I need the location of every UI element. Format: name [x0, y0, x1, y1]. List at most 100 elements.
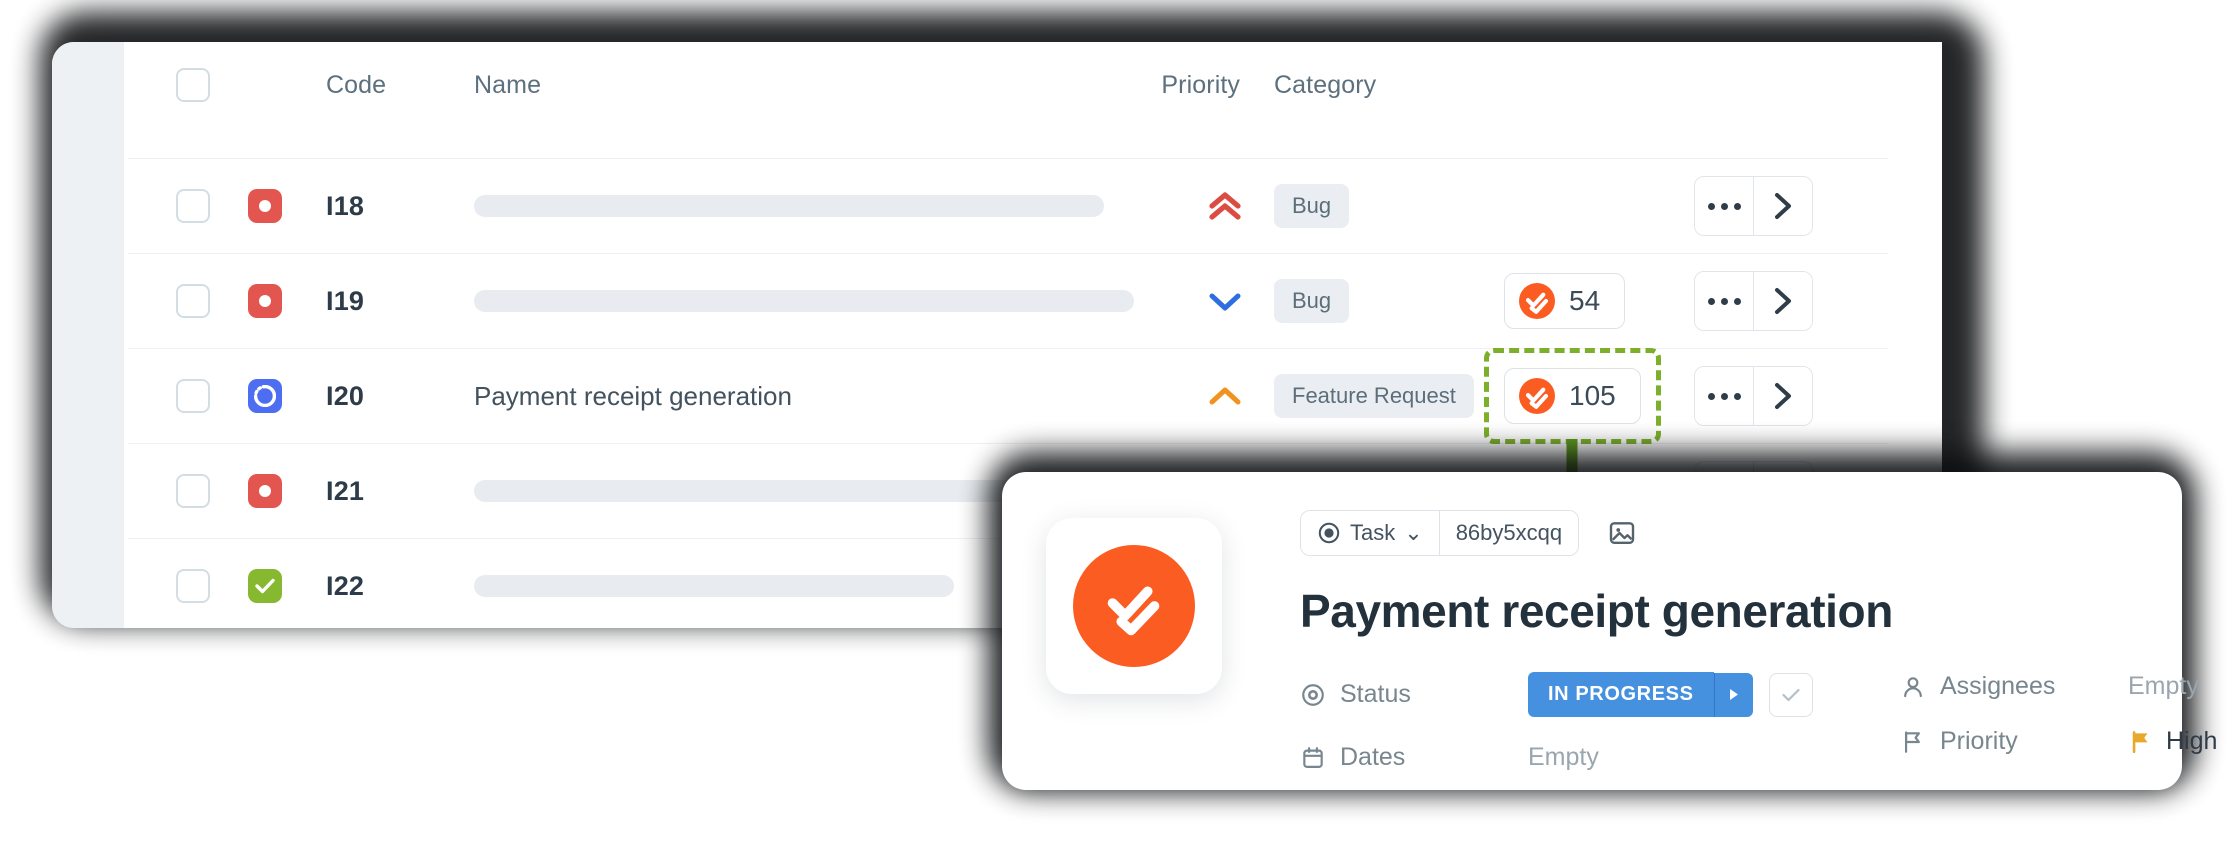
column-header-name[interactable]: Name — [474, 42, 1094, 159]
priority-high-chevron-up-icon[interactable] — [1094, 383, 1244, 409]
row-count-cell[interactable]: 54 — [1504, 253, 1694, 349]
row-name[interactable]: Payment receipt generation — [474, 381, 792, 411]
table-row[interactable]: I20 Payment receipt generation Feature R… — [128, 348, 1888, 549]
table-row[interactable]: I18 Bug — [128, 158, 1888, 254]
name-placeholder-bar — [474, 195, 1104, 217]
select-all-checkbox[interactable] — [176, 68, 210, 102]
column-header-code[interactable]: Code — [326, 42, 474, 159]
field-value[interactable]: Empty — [2128, 672, 2199, 701]
row-select-cell[interactable] — [128, 443, 248, 539]
row-status-cell[interactable] — [248, 443, 326, 539]
ellipsis-icon — [1707, 297, 1741, 305]
category-badge[interactable]: Bug — [1274, 279, 1350, 323]
count-value: 105 — [1569, 380, 1616, 411]
row-checkbox[interactable] — [176, 379, 210, 413]
row-open-button[interactable] — [1753, 177, 1812, 235]
select-all-header[interactable] — [128, 42, 248, 159]
category-badge[interactable]: Bug — [1274, 184, 1350, 228]
row-actions-cell[interactable] — [1694, 253, 1888, 349]
status-badge[interactable]: IN PROGRESS — [1528, 672, 1714, 717]
status-open-red-icon[interactable] — [248, 189, 282, 223]
field-dates: Dates Empty — [1300, 743, 1900, 772]
priority-urgent-double-chevron-up-icon[interactable] — [1094, 190, 1244, 222]
status-control[interactable]: IN PROGRESS — [1528, 672, 1813, 717]
count-badge-wrapper: 105 — [1484, 348, 1661, 549]
chevron-down-icon: ⌄ — [1404, 520, 1423, 545]
flag-outline-icon — [1904, 730, 1920, 753]
target-icon — [1318, 522, 1340, 544]
row-actions-cell[interactable] — [1694, 158, 1888, 254]
row-status-cell[interactable] — [248, 253, 326, 349]
row-code-cell: I20 — [326, 348, 474, 444]
row-priority-cell[interactable] — [1094, 158, 1274, 254]
field-label: Assignees — [1940, 672, 2056, 700]
row-count-cell — [1504, 158, 1694, 254]
task-fields: Status IN PROGRESS Dates Empty Assignees… — [1300, 672, 2217, 772]
status-open-red-icon[interactable] — [248, 474, 282, 508]
status-complete-button[interactable] — [1768, 672, 1813, 717]
priority-low-chevron-down-icon[interactable] — [1094, 288, 1244, 314]
row-status-cell[interactable] — [248, 348, 326, 444]
row-status-cell[interactable] — [248, 538, 326, 628]
clickup-count-badge[interactable]: 105 — [1504, 368, 1641, 424]
row-select-cell[interactable] — [128, 538, 248, 628]
table-header: Code Name Priority Category — [128, 42, 1888, 159]
row-code: I21 — [326, 475, 365, 506]
status-in-progress-blue-icon[interactable] — [248, 379, 282, 413]
row-select-cell[interactable] — [128, 348, 248, 444]
row-more-button[interactable] — [1695, 367, 1753, 425]
clickup-check-icon — [1519, 378, 1555, 414]
name-placeholder-bar — [474, 575, 954, 598]
row-code-cell: I22 — [326, 538, 474, 628]
row-select-cell[interactable] — [128, 253, 248, 349]
row-open-button[interactable] — [1753, 367, 1812, 425]
column-header-priority[interactable]: Priority — [1094, 42, 1274, 159]
task-type-group: Task ⌄ 86by5xcqq — [1300, 510, 1580, 556]
ellipsis-icon — [1707, 392, 1741, 400]
chevron-right-icon — [1775, 193, 1791, 219]
task-type-chip[interactable]: Task ⌄ — [1301, 511, 1439, 555]
task-id-chip[interactable]: 86by5xcqq — [1438, 511, 1579, 555]
target-icon — [1302, 683, 1324, 706]
row-actions-cell[interactable] — [1694, 348, 1888, 444]
image-icon[interactable] — [1605, 516, 1639, 550]
column-header-category[interactable]: Category — [1274, 42, 1504, 159]
screenshot-stage: Code Name Priority Category I18 Bug I19 … — [0, 0, 2232, 846]
row-priority-cell[interactable] — [1094, 348, 1274, 444]
row-checkbox[interactable] — [176, 284, 210, 318]
row-more-button[interactable] — [1695, 177, 1753, 235]
row-checkbox[interactable] — [176, 569, 210, 604]
row-action-group[interactable] — [1694, 176, 1813, 236]
row-status-cell[interactable] — [248, 158, 326, 254]
status-done-green-icon[interactable] — [248, 569, 282, 604]
category-badge[interactable]: Feature Request — [1274, 374, 1474, 418]
row-category-cell[interactable]: Bug — [1274, 158, 1504, 254]
row-category-cell[interactable]: Feature Request — [1274, 348, 1504, 444]
chevron-right-icon — [1775, 288, 1791, 314]
row-action-group[interactable] — [1694, 366, 1813, 426]
field-priority: Priority High — [1900, 727, 2217, 756]
row-more-button[interactable] — [1695, 272, 1753, 330]
row-select-cell[interactable] — [128, 158, 248, 254]
column-header-count — [1504, 42, 1694, 159]
row-checkbox[interactable] — [176, 474, 210, 508]
row-open-button[interactable] — [1753, 272, 1812, 330]
field-value[interactable]: Empty — [1528, 743, 1599, 772]
row-code: I22 — [326, 570, 365, 601]
flag-filled-icon — [2132, 730, 2148, 753]
status-next-button[interactable] — [1713, 672, 1753, 717]
row-priority-cell[interactable] — [1094, 253, 1274, 349]
row-name-cell[interactable]: Payment receipt generation — [474, 348, 1094, 444]
row-category-cell[interactable]: Bug — [1274, 253, 1504, 349]
priority-value-group[interactable]: High — [2128, 727, 2217, 756]
table-row[interactable]: I19 Bug 54 — [128, 253, 1888, 349]
row-count-cell[interactable]: 105 — [1484, 348, 1694, 549]
row-code: I20 — [326, 380, 365, 411]
field-value: High — [2166, 727, 2218, 755]
row-action-group[interactable] — [1694, 271, 1813, 331]
row-checkbox[interactable] — [176, 189, 210, 223]
task-cover-tile — [1046, 518, 1222, 694]
count-badge-wrapper: 54 — [1504, 273, 1626, 329]
clickup-count-badge[interactable]: 54 — [1504, 273, 1626, 329]
status-open-red-icon[interactable] — [248, 284, 282, 318]
